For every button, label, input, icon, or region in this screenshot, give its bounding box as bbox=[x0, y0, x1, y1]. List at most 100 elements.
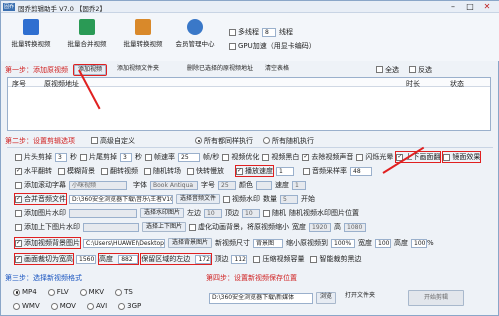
resize-field[interactable]: 背景图 bbox=[253, 238, 284, 248]
exec-same-option[interactable]: 所有都同样执行 bbox=[195, 136, 253, 146]
choose-watermark-button[interactable]: 选择水印图片 bbox=[140, 208, 185, 218]
top-field[interactable]: 10 bbox=[242, 208, 261, 218]
delete-selected-button[interactable]: 删除已选择的原视频地址 bbox=[184, 65, 256, 75]
crop-w-field[interactable]: 1560 bbox=[76, 254, 96, 264]
step2-bar: 第二步：设置剪辑选项 高级自定义 所有都同样执行 所有随机执行 bbox=[5, 135, 493, 146]
format-3gp[interactable]: 3GP bbox=[118, 302, 141, 310]
format-ts[interactable]: TS bbox=[115, 288, 133, 296]
width-field[interactable]: 1920 bbox=[309, 222, 332, 232]
flash-label: 闪烁光晕 bbox=[365, 153, 394, 161]
multithread-checkbox[interactable] bbox=[229, 28, 236, 36]
row-basic-2: 水平翻转 模糊背景 翻转视频 随机转场 快转慢放 播放速度 1 音频采样率 48 bbox=[15, 165, 372, 177]
col-status: 状态 bbox=[450, 80, 464, 88]
custom-option[interactable]: 高级自定义 bbox=[91, 136, 135, 146]
col-no: 序号 bbox=[12, 80, 26, 88]
choose-pic-button[interactable]: 选择背景图片 bbox=[168, 238, 213, 248]
add-bg-label: 添加上下图片水印 bbox=[24, 223, 80, 231]
bg-note: 虚化动画背景，将原视频缩小 bbox=[198, 223, 290, 231]
exec-random-option[interactable]: 所有随机执行 bbox=[263, 136, 314, 146]
step3-bar: 第三步：选择新视频格式 bbox=[5, 272, 205, 283]
optimize-label: 视频优化 bbox=[231, 153, 260, 161]
speed-field[interactable]: 1 bbox=[276, 166, 294, 176]
black-label: 视频黑白 bbox=[271, 153, 300, 161]
pic-field[interactable]: C:\Users\HUAWEI\Desktop\背景图 bbox=[83, 238, 165, 248]
film-icon bbox=[23, 19, 39, 35]
rate-label: 音频采样率 bbox=[312, 167, 347, 175]
multithread-label: 多线程 bbox=[238, 28, 259, 36]
rotate-label: 翻转视频 bbox=[110, 167, 138, 175]
format-wmv[interactable]: WMV bbox=[13, 302, 40, 310]
thread-count-field[interactable]: 8 bbox=[262, 27, 276, 37]
maximize-button[interactable]: □ bbox=[462, 2, 478, 12]
fps-unit: 帧/秒 bbox=[203, 153, 220, 161]
random-label: 随机 bbox=[272, 209, 287, 217]
text-field[interactable]: 小咪视频 bbox=[69, 180, 127, 190]
crop-h-field[interactable]: 882 bbox=[118, 254, 139, 264]
height-label: 高 bbox=[334, 223, 342, 231]
left-field[interactable]: 10 bbox=[204, 208, 223, 218]
minimize-button[interactable]: – bbox=[445, 2, 461, 12]
browse-button[interactable]: 浏览 bbox=[316, 292, 337, 304]
choose-audio-button[interactable]: 选择音频文件 bbox=[176, 194, 221, 204]
font-field[interactable]: Book Antiqua bbox=[150, 180, 198, 190]
format-mov[interactable]: MOV bbox=[50, 302, 76, 310]
mute-label: 去除视频声音 bbox=[311, 153, 354, 161]
window-title: 固乔剪辑助手 V7.0 【固乔2】 bbox=[18, 5, 107, 13]
scale-label: 缩小原视频到 bbox=[286, 239, 329, 247]
choose-bg-button[interactable]: 选择上下图片 bbox=[142, 222, 187, 232]
format-mkv[interactable]: MKV bbox=[79, 288, 104, 296]
row-bg: 添加上下图片水印 选择上下图片 虚化动画背景，将原视频缩小 宽度 1920 高 … bbox=[15, 222, 367, 232]
batch-merge-button[interactable]: 批量合并视频 bbox=[59, 17, 115, 57]
rate-field[interactable]: 48 bbox=[350, 166, 372, 176]
select-all[interactable]: 全选 bbox=[376, 65, 399, 75]
add-watermark-label: 添加图片水印 bbox=[24, 209, 66, 217]
app-logo: 固乔 bbox=[3, 3, 15, 11]
gpu-label: GPU加速（用显卡编码） bbox=[238, 42, 316, 50]
row-subtitle: 添加滚动字幕 小咪视频 字体 Book Antiqua 字号 25 颜色 速度 … bbox=[15, 180, 306, 190]
batch-convert-button[interactable]: 批量转换视频 bbox=[3, 17, 59, 57]
audio-field[interactable]: D:\360安全浏览器下载\音乐\王者V10 bbox=[69, 194, 173, 204]
open-folder-button[interactable]: 打开文件夹 bbox=[342, 292, 378, 304]
table-header: 序号 原视频地址 时长 状态 bbox=[8, 78, 490, 88]
fps-field[interactable]: 25 bbox=[178, 152, 200, 162]
add-text-label: 添加滚动字幕 bbox=[24, 181, 66, 189]
gpu-checkbox[interactable] bbox=[229, 42, 236, 50]
cut-head-field[interactable]: 3 bbox=[55, 152, 67, 162]
title-bar: 固乔 固乔剪辑助手 V7.0 【固乔2】 – □ ✕ bbox=[1, 1, 499, 13]
color-field[interactable] bbox=[256, 180, 272, 190]
format-mp4[interactable]: MP4 bbox=[13, 288, 37, 296]
merge-icon bbox=[79, 19, 95, 35]
bg-field[interactable] bbox=[83, 222, 139, 232]
member-center-button[interactable]: 会员管理中心 bbox=[167, 17, 223, 57]
watermark-field[interactable] bbox=[69, 208, 137, 218]
black-edge-label: 智能裁剪黑边 bbox=[319, 255, 362, 263]
cut-tail-field[interactable]: 3 bbox=[120, 152, 132, 162]
h-flip-label: 水平翻转 bbox=[24, 167, 52, 175]
start-label: 开始 bbox=[301, 195, 316, 203]
start-edit-button[interactable]: 开始剪辑 bbox=[408, 290, 465, 306]
save-path-field[interactable]: D:\360安全浏览器下载\新媒体 bbox=[209, 292, 313, 304]
crop-top-field[interactable]: 112 bbox=[231, 254, 248, 264]
row-picture: 添加视频背景图片 C:\Users\HUAWEI\Desktop\背景图 选择背… bbox=[14, 237, 434, 249]
resize-label: 新视频尺寸 bbox=[215, 239, 251, 247]
batch-transform-button[interactable]: 批量转换视频 bbox=[115, 17, 171, 57]
row-audio: 合并音频文件 D:\360安全浏览器下载\音乐\王者V10 选择音频文件 视频水… bbox=[14, 193, 316, 205]
h-field[interactable]: 100 bbox=[411, 238, 428, 248]
invert-select[interactable]: 反选 bbox=[409, 65, 432, 75]
text-speed-field[interactable]: 1 bbox=[292, 180, 306, 190]
scale-field[interactable]: 100% bbox=[331, 238, 356, 248]
format-flv[interactable]: FLV bbox=[47, 288, 69, 296]
add-folder-button[interactable]: 添加视频文件夹 bbox=[114, 65, 162, 75]
blur-label: 模糊背景 bbox=[67, 167, 95, 175]
w-field[interactable]: 100 bbox=[375, 238, 392, 248]
video-table[interactable]: 序号 原视频地址 时长 状态 bbox=[7, 77, 491, 131]
close-button[interactable]: ✕ bbox=[479, 2, 495, 12]
crop-left-field[interactable]: 172 bbox=[195, 254, 212, 264]
count-field[interactable]: 5 bbox=[280, 194, 299, 204]
clear-table-button[interactable]: 清空表格 bbox=[262, 65, 292, 75]
crop-h-label: 高度 bbox=[99, 255, 113, 263]
compress-label: 压缩视频容量 bbox=[262, 255, 305, 263]
height-field[interactable]: 1080 bbox=[344, 222, 367, 232]
format-avi[interactable]: AVI bbox=[86, 302, 107, 310]
size-field[interactable]: 25 bbox=[218, 180, 236, 190]
